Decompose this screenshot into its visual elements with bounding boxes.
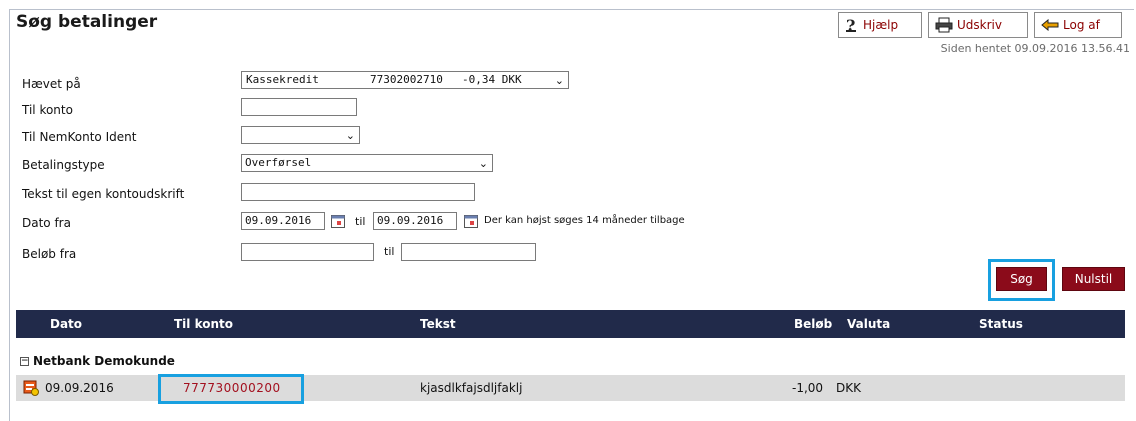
dato-fra-label: Dato fra (22, 216, 71, 230)
col-dato[interactable]: Dato (50, 317, 82, 331)
logout-button[interactable]: Log af (1034, 12, 1122, 38)
help-label: Hjælp (863, 18, 899, 32)
results-table-header: Dato Til konto Tekst Beløb Valuta Status (16, 310, 1125, 338)
logout-arrow-icon (1041, 19, 1059, 31)
dato-til-input[interactable]: 09.09.2016 (373, 212, 457, 230)
tekst-label: Tekst til egen kontoudskrift (22, 187, 185, 201)
print-label: Udskriv (957, 18, 1002, 32)
beloeb-til-input[interactable] (401, 243, 536, 261)
account-select[interactable]: Kassekredit 77302002710 -0,34 DKK ⌄ (241, 71, 569, 89)
til-konto-label: Til konto (22, 103, 73, 117)
page-title: Søg betalinger (16, 12, 158, 32)
dato-fra-input[interactable]: 09.09.2016 (241, 212, 325, 230)
col-beloeb[interactable]: Beløb (794, 317, 832, 331)
dato-note: Der kan højst søges 14 måneder tilbage (484, 215, 685, 226)
account-number: 77302002710 (370, 73, 443, 86)
logout-label: Log af (1063, 18, 1100, 32)
help-icon: ? (846, 17, 856, 33)
row-valuta: DKK (836, 381, 861, 395)
betalingstype-select[interactable]: Overførsel ⌄ (241, 154, 493, 172)
row-dato: 09.09.2016 (45, 381, 114, 395)
row-tekst: kjasdlkfajsdljfaklj (420, 381, 523, 395)
group-name: Netbank Demokunde (33, 354, 175, 368)
beloeb-fra-input[interactable] (241, 243, 374, 261)
col-status[interactable]: Status (979, 317, 1023, 331)
dato-til-label: til (355, 215, 366, 228)
payment-status-icon (23, 380, 39, 396)
row-beloeb: -1,00 (792, 381, 824, 395)
col-valuta[interactable]: Valuta (847, 317, 890, 331)
col-tekst[interactable]: Tekst (420, 317, 456, 331)
account-name: Kassekredit (246, 73, 319, 86)
chevron-down-icon: ⌄ (554, 74, 564, 87)
beloeb-til-label: til (384, 245, 395, 258)
beloeb-fra-label: Beløb fra (22, 247, 77, 261)
chevron-down-icon: ⌄ (345, 129, 355, 142)
help-button[interactable]: ? Hjælp (838, 12, 922, 38)
account-link-highlight (158, 374, 304, 404)
search-button[interactable]: Søg (996, 267, 1047, 291)
haevet-paa-label: Hævet på (22, 77, 81, 91)
collapse-icon[interactable]: − (20, 356, 29, 366)
tekst-input[interactable] (241, 183, 475, 201)
calendar-icon[interactable] (464, 214, 478, 228)
nemkonto-select[interactable]: ⌄ (241, 126, 360, 144)
account-balance: -0,34 DKK (462, 73, 522, 86)
calendar-icon[interactable] (331, 214, 345, 228)
til-konto-input[interactable] (241, 98, 357, 116)
col-til-konto[interactable]: Til konto (174, 317, 233, 331)
reset-button[interactable]: Nulstil (1062, 267, 1125, 291)
nemkonto-label: Til NemKonto Ident (22, 130, 137, 144)
printer-icon (935, 17, 953, 33)
betalingstype-label: Betalingstype (22, 158, 105, 172)
group-header[interactable]: − Netbank Demokunde (20, 354, 175, 368)
print-button[interactable]: Udskriv (928, 12, 1028, 38)
betalingstype-value: Overførsel (245, 156, 312, 169)
chevron-down-icon: ⌄ (478, 157, 488, 170)
fetched-timestamp: Siden hentet 09.09.2016 13.56.41 (940, 42, 1130, 55)
